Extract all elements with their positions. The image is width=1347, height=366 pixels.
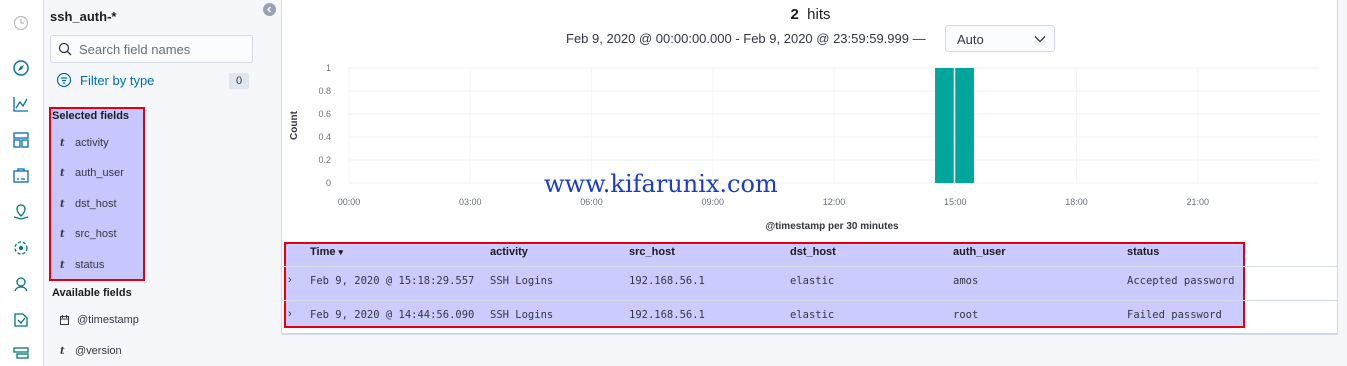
cell-src-host: 192.168.56.1 — [629, 275, 705, 287]
hits-counter: 2 hits — [282, 6, 1339, 23]
hits-count: 2 — [790, 6, 799, 23]
y-tick-label: 0.4 — [318, 132, 331, 142]
app-nav — [0, 0, 44, 366]
column-header-status[interactable]: status — [1127, 246, 1159, 258]
cell-auth-user: root — [953, 309, 979, 321]
y-axis-label: Count — [289, 110, 300, 140]
field-item-timestamp[interactable]: @timestamp — [60, 314, 139, 326]
field-name: auth_user — [75, 167, 124, 179]
field-search[interactable] — [50, 35, 253, 63]
time-range-label: Feb 9, 2020 @ 00:00:00.000 - Feb 9, 2020… — [566, 31, 926, 46]
interval-value: Auto — [957, 32, 984, 47]
selected-fields-highlight — [49, 107, 145, 281]
field-item-status[interactable]: t status — [60, 259, 104, 271]
hits-label: hits — [807, 6, 831, 23]
x-tick-label: 03:00 — [459, 197, 482, 207]
calendar-icon — [60, 315, 69, 325]
sort-desc-icon[interactable]: ▾ — [339, 247, 344, 257]
visualize-icon[interactable] — [11, 94, 31, 114]
string-type-icon: t — [60, 259, 65, 271]
cell-dst-host: elastic — [790, 309, 835, 321]
string-type-icon: t — [60, 345, 65, 357]
x-axis-label: @timestamp per 30 minutes — [765, 221, 899, 232]
stack-icon[interactable] — [11, 344, 31, 364]
expand-row-button[interactable]: › — [288, 308, 292, 320]
filter-count-badge: 0 — [229, 73, 249, 89]
cell-time: Feb 9, 2020 @ 15:18:29.557 — [310, 275, 475, 287]
available-fields-title: Available fields — [52, 287, 132, 299]
histogram-bar — [955, 68, 974, 183]
watermark-text: www.kifarunix.com — [544, 170, 778, 198]
column-header-auth-user[interactable]: auth_user — [953, 246, 1006, 258]
column-header-src-host[interactable]: src_host — [629, 246, 675, 258]
cell-activity: SSH Logins — [490, 309, 554, 321]
chevron-down-icon — [1034, 36, 1046, 43]
search-icon — [58, 42, 72, 56]
string-type-icon: t — [60, 137, 65, 149]
cell-dst-host: elastic — [790, 275, 835, 287]
field-item-version[interactable]: t @version — [60, 345, 122, 357]
x-tick-label: 21:00 — [1186, 197, 1209, 207]
field-name: activity — [75, 137, 109, 149]
y-tick-label: 1 — [326, 63, 331, 73]
cell-auth-user: amos — [953, 275, 979, 287]
filter-by-type-button[interactable]: Filter by type — [56, 72, 154, 88]
column-header-dst-host[interactable]: dst_host — [790, 246, 836, 258]
field-item-dst-host[interactable]: t dst_host — [60, 198, 117, 210]
filter-icon — [56, 72, 72, 88]
y-tick-label: 0.6 — [318, 109, 331, 119]
column-header-activity[interactable]: activity — [490, 246, 528, 258]
ml-icon[interactable] — [11, 238, 31, 258]
x-tick-label: 00:00 — [338, 197, 361, 207]
field-name: status — [75, 259, 105, 271]
string-type-icon: t — [60, 198, 65, 210]
siem-icon[interactable] — [11, 310, 31, 330]
string-type-icon: t — [60, 167, 65, 179]
cell-status: Accepted password — [1127, 275, 1235, 287]
y-tick-label: 0.2 — [318, 155, 331, 165]
x-tick-label: 12:00 — [823, 197, 846, 207]
cell-src-host: 192.168.56.1 — [629, 309, 705, 321]
maps-icon[interactable] — [11, 202, 31, 222]
collapse-sidebar-button[interactable] — [263, 3, 276, 16]
field-name: @timestamp — [77, 314, 139, 326]
clock-icon[interactable] — [11, 13, 31, 33]
row-divider — [282, 266, 1338, 267]
interval-select[interactable]: Auto — [945, 25, 1055, 52]
search-input[interactable] — [79, 40, 249, 58]
selected-fields-title: Selected fields — [52, 110, 130, 122]
field-item-auth-user[interactable]: t auth_user — [60, 167, 124, 179]
chevron-left-icon — [267, 6, 271, 13]
field-name: dst_host — [75, 198, 117, 210]
x-tick-label: 06:00 — [580, 197, 603, 207]
histogram-chart[interactable]: 0 0.2 0.4 0.6 0.8 1 00:00 03:00 06:00 09:00 12:00 1… — [282, 58, 1339, 232]
row-divider — [282, 300, 1338, 301]
field-item-src-host[interactable]: t src_host — [60, 228, 117, 240]
field-name: src_host — [75, 228, 117, 240]
histogram-bar — [935, 68, 954, 183]
cell-status: Failed password — [1127, 309, 1222, 321]
field-name: @version — [75, 345, 122, 357]
x-tick-label: 09:00 — [701, 197, 724, 207]
y-tick-label: 0 — [326, 178, 331, 188]
cell-activity: SSH Logins — [490, 275, 554, 287]
field-item-activity[interactable]: t activity — [60, 137, 109, 149]
canvas-icon[interactable] — [11, 166, 31, 186]
x-tick-label: 18:00 — [1065, 197, 1088, 207]
cell-time: Feb 9, 2020 @ 14:44:56.090 — [310, 309, 475, 321]
y-tick-label: 0.8 — [318, 86, 331, 96]
string-type-icon: t — [60, 228, 65, 240]
compass-icon[interactable] — [11, 58, 31, 78]
index-pattern-name[interactable]: ssh_auth-* — [50, 9, 116, 24]
expand-row-button[interactable]: › — [288, 274, 292, 286]
uptime-icon[interactable] — [11, 274, 31, 294]
dashboard-icon[interactable] — [11, 130, 31, 150]
filter-by-type-label: Filter by type — [80, 72, 155, 88]
column-header-label: Time — [310, 246, 336, 258]
column-header-time[interactable]: Time ▾ — [310, 246, 343, 258]
x-tick-label: 15:00 — [944, 197, 967, 207]
row-divider — [282, 334, 1338, 335]
